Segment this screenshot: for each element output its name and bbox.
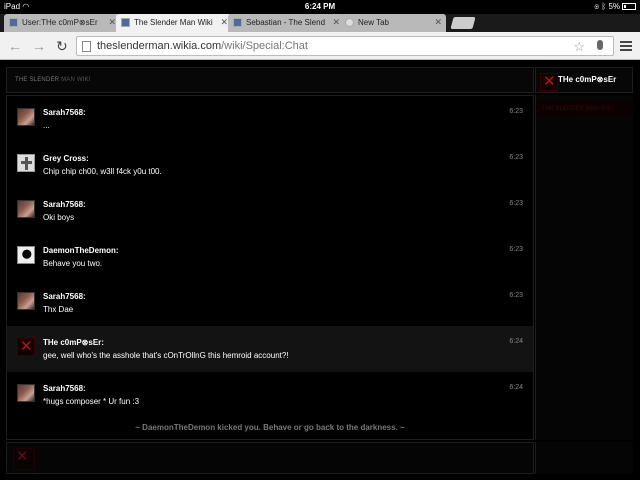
url-domain: theslenderman.wikia.com [97, 40, 222, 52]
chat-message: Sarah7568: Oki boys 6:23 [7, 188, 533, 234]
chat-page: THE SLENDER MAN WIKI THe c0mP⊗sEr THE SL… [0, 61, 640, 480]
tab-strip: User:THe c0mP⊗sEr ✕ The Slender Man Wiki… [0, 14, 640, 32]
browser-toolbar: ← → ↻ theslenderman.wikia.com/wiki/Speci… [0, 32, 640, 60]
wiki-wordmark-suffix: MAN WIKI [61, 77, 91, 83]
current-user-name: THe c0mP⊗sEr [558, 75, 617, 84]
message-username[interactable]: Sarah7568: [43, 292, 86, 301]
message-username[interactable]: Grey Cross: [43, 154, 89, 163]
user-avatar [540, 73, 558, 91]
chat-header: THE SLENDER MAN WIKI [6, 67, 534, 93]
address-bar[interactable]: theslenderman.wikia.com/wiki/Special:Cha… [76, 36, 614, 56]
message-time: 6:24 [509, 338, 523, 345]
battery-icon [622, 3, 636, 11]
menu-icon[interactable] [620, 41, 632, 51]
tab-slender-man-wiki[interactable]: The Slender Man Wiki ✕ [116, 14, 232, 32]
page-icon [82, 41, 91, 52]
message-text: Thx Dae [43, 305, 74, 314]
kick-alert: ~ DaemonTheDemon kicked you. Behave or g… [135, 423, 405, 432]
user-list: THE SLENDER MAN WIKI [535, 95, 634, 440]
message-text: gee, well who's the asshole that's cOnTr… [43, 351, 289, 360]
bluetooth-icon: ᛒ [601, 2, 607, 11]
wikia-favicon-icon [121, 18, 130, 27]
ios-status-bar: iPad ◠ 6:24 PM ◉ ᛒ 5% [0, 0, 640, 14]
wikia-favicon-icon [233, 18, 242, 27]
chat-message: Sarah7568: *hugs composer * Ur fun :3 6:… [7, 372, 533, 418]
forward-arrow-icon[interactable]: → [32, 38, 46, 54]
message-time: 6:24 [509, 384, 523, 391]
tab-sebastian[interactable]: Sebastian - The Slend ✕ [228, 14, 344, 32]
url-path: /wiki/Special:Chat [221, 40, 308, 52]
message-text: Oki boys [43, 213, 75, 222]
avatar[interactable] [17, 384, 35, 402]
chat-message: Sarah7568: ... 6:23 [7, 96, 533, 142]
close-tab-icon[interactable]: ✕ [332, 17, 340, 28]
chat-message: Sarah7568: Thx Dae 6:23 [7, 280, 533, 326]
battery-indicator: ◉ ᛒ 5% [594, 2, 636, 11]
close-tab-icon[interactable]: ✕ [220, 17, 228, 28]
message-text: Chip chip ch00, w3ll f4ck y0u t00. [43, 167, 162, 176]
user-list-footer [535, 442, 633, 474]
message-username[interactable]: Sarah7568: [43, 200, 86, 209]
close-tab-icon[interactable]: ✕ [108, 17, 116, 28]
chat-message: DaemonTheDemon: Behave you two. 6:23 [7, 234, 533, 280]
avatar[interactable] [17, 292, 35, 310]
tab-user-profile[interactable]: User:THe c0mP⊗sEr ✕ [4, 14, 120, 32]
message-time: 6:23 [509, 292, 523, 299]
chat-message: Grey Cross: Chip chip ch00, w3ll f4ck y0… [7, 142, 533, 188]
avatar[interactable] [17, 154, 35, 172]
close-tab-icon[interactable]: ✕ [434, 17, 442, 28]
message-username[interactable]: Sarah7568: [43, 108, 86, 117]
tab-new-tab[interactable]: New Tab ✕ [340, 14, 446, 32]
reload-icon[interactable]: ↻ [56, 38, 68, 55]
current-user-panel[interactable]: THe c0mP⊗sEr [535, 67, 633, 93]
avatar[interactable] [17, 246, 35, 264]
message-time: 6:23 [509, 246, 523, 253]
message-username[interactable]: Sarah7568: [43, 384, 86, 393]
message-text: ... [43, 121, 50, 130]
chat-message-self: THe c0mP⊗sEr: gee, well who's the asshol… [7, 326, 533, 372]
message-username[interactable]: THe c0mP⊗sEr: [43, 338, 104, 347]
bookmark-star-icon[interactable]: ☆ [573, 39, 585, 55]
message-username[interactable]: DaemonTheDemon: [43, 246, 119, 255]
user-list-item[interactable]: THE SLENDER MAN WIKI [536, 101, 634, 117]
message-list: Sarah7568: ... 6:23 Grey Cross: Chip chi… [6, 95, 534, 440]
message-input-area[interactable] [6, 442, 534, 474]
avatar[interactable] [17, 338, 35, 356]
message-time: 6:23 [509, 108, 523, 115]
avatar[interactable] [17, 200, 35, 218]
wiki-wordmark: THE SLENDER [15, 77, 60, 83]
new-tab-button[interactable] [450, 17, 476, 29]
status-time: 6:24 PM [304, 2, 336, 11]
message-text: *hugs composer * Ur fun :3 [43, 397, 140, 406]
avatar[interactable] [17, 108, 35, 126]
lock-rotation-icon: ◉ [594, 2, 600, 11]
newtab-favicon-icon [345, 18, 354, 27]
back-arrow-icon[interactable]: ← [8, 38, 22, 54]
wikia-favicon-icon [9, 18, 18, 27]
self-avatar [13, 448, 35, 470]
microphone-icon[interactable] [597, 40, 603, 50]
message-time: 6:23 [509, 200, 523, 207]
message-time: 6:23 [509, 154, 523, 161]
message-text: Behave you two. [43, 259, 103, 268]
